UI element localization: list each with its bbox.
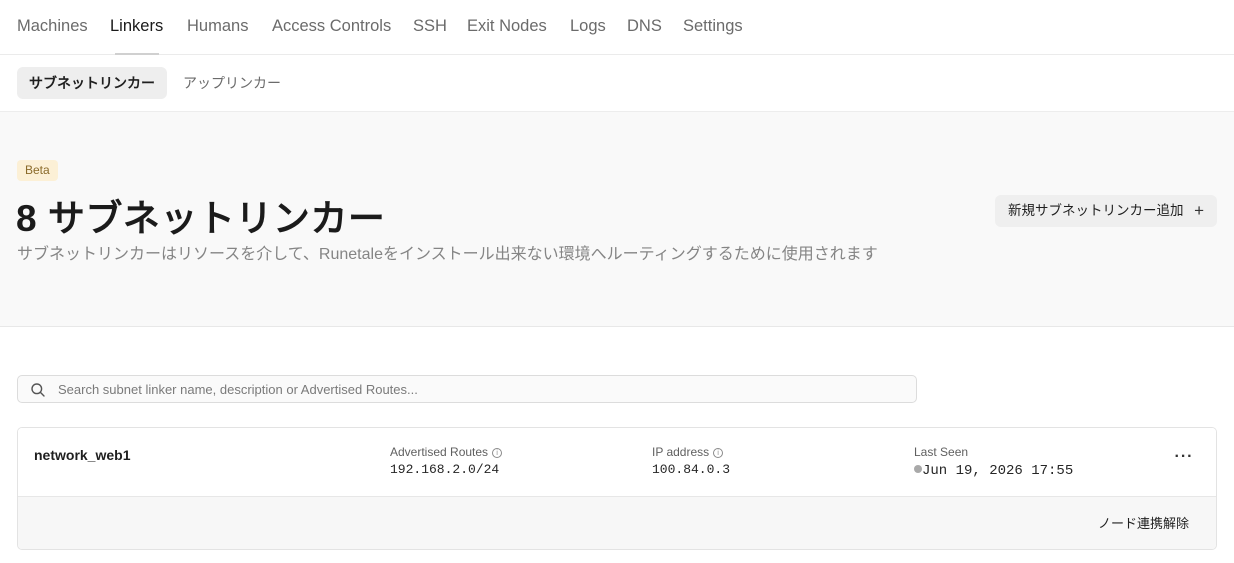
last-seen-value: Jun 19, 2026 17:55 — [914, 463, 1073, 479]
unlink-node-button[interactable]: ノード連携解除 — [1098, 513, 1189, 532]
plus-icon: + — [1194, 201, 1204, 220]
ip-address-label: IP address i — [652, 445, 724, 459]
linker-card: network_web1 Advertised Routes i 192.168.… — [17, 427, 1217, 550]
page-title: 8 サブネットリンカー — [16, 198, 386, 239]
tab-access-controls[interactable]: Access Controls — [272, 17, 391, 36]
ip-address-value: 100.84.0.3 — [652, 462, 731, 477]
tab-linkers[interactable]: Linkers — [110, 17, 163, 36]
linker-card-footer: ノード連携解除 — [18, 497, 1216, 549]
search-icon — [31, 383, 45, 397]
tab-machines[interactable]: Machines — [17, 17, 88, 36]
tab-humans[interactable]: Humans — [187, 17, 248, 36]
beta-badge: Beta — [17, 160, 58, 181]
tab-ssh[interactable]: SSH — [413, 17, 447, 36]
linker-name[interactable]: network_web1 — [34, 447, 130, 463]
advertised-routes-value: 192.168.2.0/24 — [390, 462, 500, 477]
page-header: Beta 8 サブネットリンカー サブネットリンカーはリソースを介して、Rune… — [0, 112, 1234, 327]
info-icon[interactable]: i — [713, 448, 724, 458]
sub-nav: サブネットリンカー アップリンカー — [0, 55, 1234, 112]
tab-logs[interactable]: Logs — [570, 17, 606, 36]
search-box — [17, 375, 917, 403]
add-subnet-linker-button[interactable]: 新規サブネットリンカー追加 + — [995, 195, 1217, 227]
subtab-subnet-linkers[interactable]: サブネットリンカー — [17, 67, 167, 99]
page-description: サブネットリンカーはリソースを介して、Runetaleをインストール出来ない環境… — [17, 246, 878, 263]
search-input[interactable] — [58, 376, 908, 402]
subtab-app-linkers[interactable]: アップリンカー — [171, 67, 293, 99]
add-button-label: 新規サブネットリンカー追加 — [1008, 203, 1184, 218]
linker-row: network_web1 Advertised Routes i 192.168.… — [18, 428, 1216, 497]
tab-exit-nodes[interactable]: Exit Nodes — [467, 17, 547, 36]
advertised-routes-label: Advertised Routes i — [390, 445, 503, 459]
tab-dns[interactable]: DNS — [627, 17, 662, 36]
tab-settings[interactable]: Settings — [683, 17, 743, 36]
info-icon[interactable]: i — [492, 448, 503, 458]
last-seen-label: Last Seen — [914, 445, 969, 459]
more-horizontal-icon[interactable]: ··· — [1174, 449, 1194, 470]
top-nav: Machines Linkers Humans Access Controls … — [0, 0, 1234, 55]
status-dot — [914, 465, 922, 473]
